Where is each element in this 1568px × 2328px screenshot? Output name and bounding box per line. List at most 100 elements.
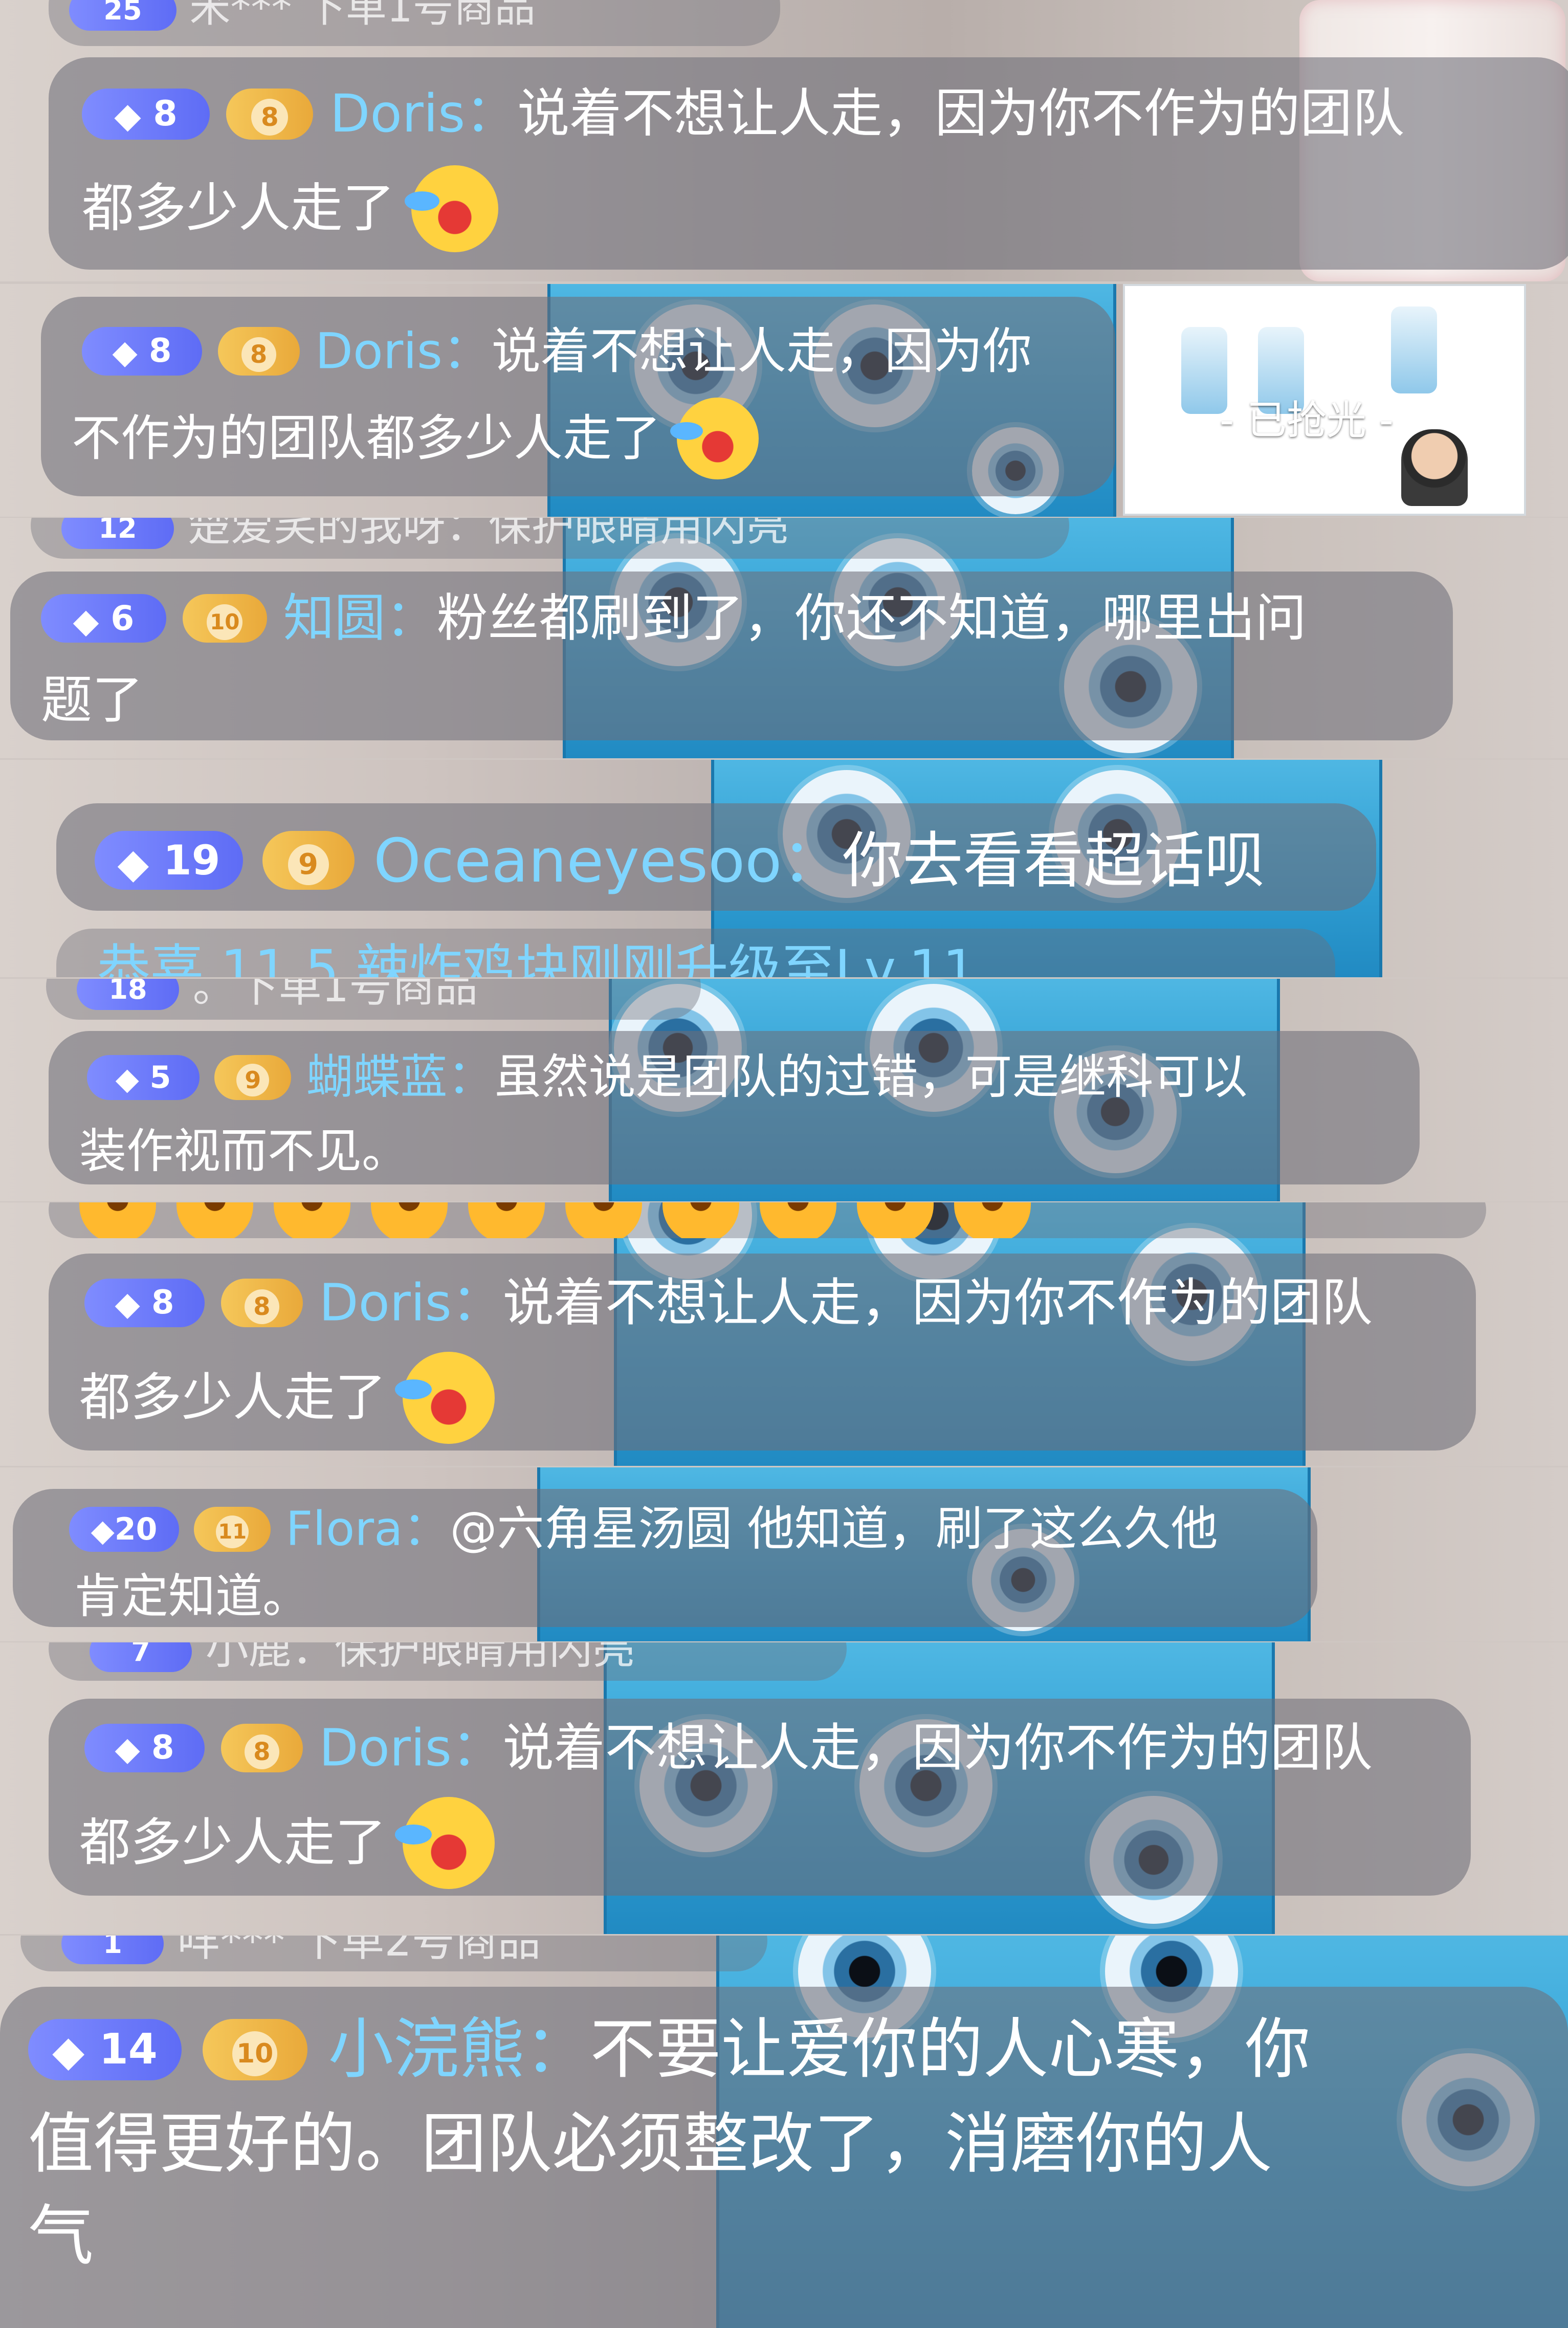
chat-screenshot-8: 7 小鹿：保护眼睛用闪亮 ◆ 8 8 Doris：说着不想让人走，因为你不作为的…	[0, 1642, 1568, 1934]
chat-message[interactable]: ◆ 5 9 蝴蝶蓝：虽然说是团队的过错，可是继科可以 装作视而不见。	[49, 1031, 1420, 1184]
level-badge: ◆ 8	[84, 1279, 205, 1328]
message-text: 说着不想让人走，因为你不作为的团队	[502, 1272, 1373, 1333]
level-badge: 1	[61, 1936, 164, 1965]
chat-message[interactable]: ◆ 14 10 小浣熊：不要让爱你的人心寒，你 值得更好的。团队必须整改了，消磨…	[0, 1987, 1568, 2328]
chat-text: 小鹿：保护眼睛用闪亮	[205, 1642, 635, 1674]
crying-laughing-emoji-icon	[395, 1351, 495, 1444]
chat-screenshot-9: 1 咩*** 下单2号商品 ◆ 14 10 小浣熊：不要让爱你的人心寒，你 值得…	[0, 1936, 1568, 2328]
spokesperson-photo	[1401, 429, 1468, 506]
chat-text: 米*** 下单1号商品	[189, 0, 536, 31]
level-badge: ◆ 14	[28, 2018, 182, 2080]
fan-badge: 8	[220, 1279, 303, 1328]
heart-icon: 10	[232, 2031, 278, 2076]
username[interactable]: 小浣熊：	[328, 2011, 590, 2088]
heart-icon: 8	[251, 99, 289, 136]
emoji-icon	[371, 1202, 448, 1238]
chat-screenshot-1: 25 米*** 下单1号商品 ◆ 8 8 Doris：说着不想让人走，因为你不作…	[0, 0, 1568, 281]
username[interactable]: Doris：	[319, 1718, 503, 1778]
chat-message[interactable]: ◆ 8 8 Doris：说着不想让人走，因为你不作为的团队 都多少人走了	[49, 1254, 1476, 1451]
message-text: @六角星汤圆 他知道，刷了这么久他	[450, 1501, 1218, 1556]
username[interactable]: Doris：	[330, 83, 517, 144]
level-badge: 25	[69, 0, 176, 31]
diamond-icon: ◆	[112, 334, 138, 372]
spray-bottle-image	[1391, 306, 1437, 393]
diamond-icon: ◆	[117, 839, 149, 887]
diamond-icon: ◆	[115, 1285, 140, 1324]
message-text: 不要让爱你的人心寒，你	[590, 2011, 1311, 2088]
emoji-row-faded	[49, 1202, 1486, 1238]
message-text: 装作视而不见。	[79, 1124, 409, 1179]
chat-message-faded: 恭喜 11 5 辣炸鸡块刚刚升级至Lv.11	[56, 929, 1335, 977]
username[interactable]: Doris：	[315, 323, 492, 380]
message-text: 值得更好的。团队必须整改了，消磨你的人	[28, 2105, 1273, 2182]
chat-text: 咩*** 下单2号商品	[177, 1936, 541, 1966]
heart-icon: 10	[207, 604, 243, 640]
sold-out-label: - 已抢光 -	[1220, 398, 1394, 444]
fan-badge: 8	[226, 89, 314, 140]
emoji-icon	[176, 1202, 253, 1238]
emoji-icon	[274, 1202, 350, 1238]
level-badge: ◆ 6	[41, 594, 166, 643]
diamond-icon: ◆	[115, 1730, 140, 1769]
username[interactable]: 蝴蝶蓝：	[306, 1050, 495, 1105]
fan-badge: 10	[202, 2018, 307, 2080]
chat-message[interactable]: ◆ 8 8 Doris：说着不想让人走，因为你 不作为的团队都多少人走了	[41, 297, 1115, 496]
chat-message[interactable]: ◆ 6 10 知圆：粉丝都刷到了，你还不知道，哪里出问 题了	[10, 572, 1453, 740]
username[interactable]: Flora：	[286, 1502, 450, 1556]
fan-badge: 11	[194, 1506, 271, 1552]
diamond-icon: ◆	[114, 95, 141, 136]
fan-badge: 9	[214, 1055, 292, 1100]
product-card[interactable]: - 已抢光 -	[1123, 284, 1526, 516]
diamond-icon: ◆	[91, 1513, 115, 1549]
username[interactable]: Oceaneyesoo：	[373, 825, 842, 896]
chat-message[interactable]: ◆ 8 8 Doris：说着不想让人走，因为你不作为的团队 都多少人走了	[49, 57, 1568, 270]
chat-text: 恭喜 11 5 辣炸鸡块刚刚升级至Lv.11	[97, 938, 977, 977]
username[interactable]: 知圆：	[283, 588, 437, 648]
chat-message[interactable]: ◆20 11 Flora：@六角星汤圆 他知道，刷了这么久他 肯定知道。	[13, 1489, 1317, 1627]
level-badge: 7	[90, 1642, 192, 1673]
diamond-icon: ◆	[73, 601, 99, 641]
username[interactable]: Doris：	[319, 1273, 503, 1333]
level-badge: 12	[61, 518, 174, 550]
message-text: 不作为的团队都多少人走了	[72, 409, 661, 467]
chat-screenshot-6: ◆ 8 8 Doris：说着不想让人走，因为你不作为的团队 都多少人走了	[0, 1202, 1568, 1466]
level-badge: ◆ 19	[95, 831, 243, 890]
chat-screenshot-4: ◆ 19 9 Oceaneyesoo：你去看看超话呗 恭喜 11 5 辣炸鸡块刚…	[0, 760, 1568, 977]
chat-message-faded: 25 米*** 下单1号商品	[49, 0, 780, 46]
heart-icon: 9	[236, 1064, 270, 1097]
crying-laughing-emoji-icon	[670, 397, 759, 479]
level-badge: ◆20	[69, 1506, 179, 1552]
chat-message[interactable]: ◆ 8 8 Doris：说着不想让人走，因为你不作为的团队 都多少人走了	[49, 1699, 1471, 1896]
message-text: 题了	[41, 670, 143, 730]
message-text: 说着不想让人走，因为你	[491, 322, 1032, 380]
message-text: 说着不想让人走，因为你不作为的团队	[517, 83, 1405, 145]
level-badge: 18	[77, 979, 179, 1011]
chat-message-faded: 18 。下单1号商品	[46, 979, 701, 1020]
chat-screenshot-5: 18 。下单1号商品 ◆ 5 9 蝴蝶蓝：虽然说是团队的过错，可是继科可以 装作…	[0, 979, 1568, 1201]
message-text: 都多少人走了	[82, 178, 395, 239]
chat-message[interactable]: ◆ 19 9 Oceaneyesoo：你去看看超话呗	[56, 803, 1376, 911]
emoji-icon	[760, 1202, 836, 1238]
message-text: 你去看看超话呗	[842, 825, 1265, 896]
fan-badge: 8	[220, 1724, 303, 1773]
diamond-icon: ◆	[115, 1061, 139, 1097]
chat-screenshot-2: - 已抢光 - ◆ 8 8 Doris：说着不想让人走，因为你 不作为的团队都多…	[0, 284, 1568, 517]
chat-text: 。下单1号商品	[192, 979, 478, 1012]
chat-screenshot-3: 12 楚爱笑的我呀：保护眼睛用闪亮 ◆ 6 10 知圆：粉丝都刷到了，你还不知道…	[0, 518, 1568, 758]
emoji-icon	[662, 1202, 739, 1238]
level-badge: ◆ 5	[87, 1055, 200, 1100]
chat-text: 楚爱笑的我呀：保护眼睛用闪亮	[187, 518, 789, 551]
chat-message-faded: 1 咩*** 下单2号商品	[20, 1936, 767, 1971]
message-text: 肯定知道。	[74, 1569, 310, 1624]
heart-icon: 8	[244, 1734, 279, 1769]
diamond-icon: ◆	[52, 2027, 85, 2076]
message-text: 都多少人走了	[79, 1812, 386, 1873]
fan-badge: 9	[262, 831, 355, 890]
level-badge: ◆ 8	[82, 89, 210, 140]
chat-message-faded: 7 小鹿：保护眼睛用闪亮	[49, 1642, 847, 1681]
emoji-icon	[565, 1202, 642, 1238]
message-text: 气	[28, 2198, 94, 2274]
message-text: 说着不想让人走，因为你不作为的团队	[502, 1718, 1373, 1778]
heart-icon: 11	[216, 1516, 249, 1549]
heart-icon: 8	[241, 337, 276, 372]
